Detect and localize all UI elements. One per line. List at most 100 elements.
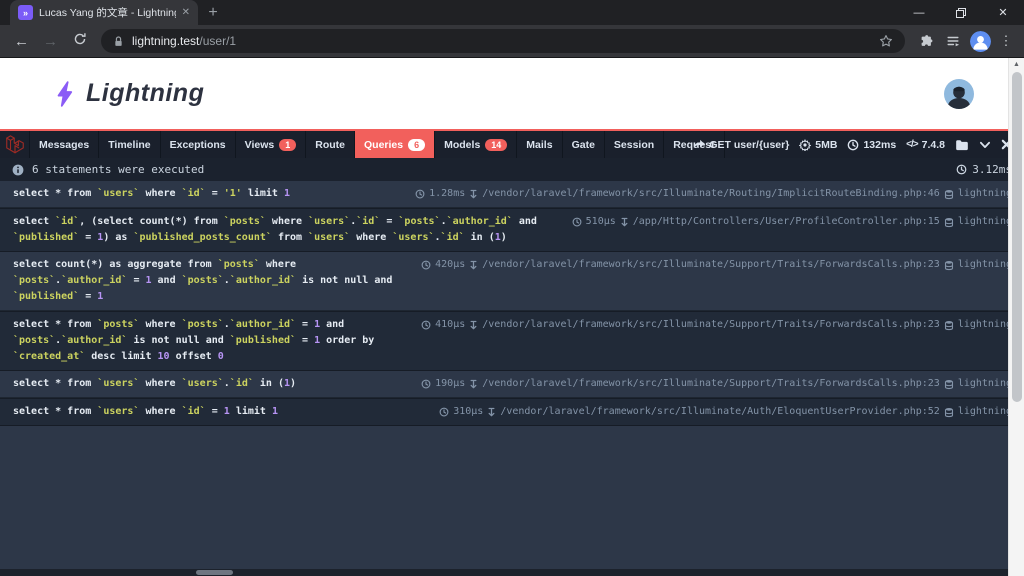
debugbar-tabs: Messages Timeline Exceptions Views 1 Route Que… (30, 131, 725, 158)
share-arrow-icon (694, 139, 705, 148)
reading-list-button[interactable] (940, 34, 965, 48)
tab-close-icon[interactable]: ✕ (182, 7, 190, 18)
query-meta: 420µs/vendor/laravel/framework/src/Illum… (421, 257, 1012, 273)
debugbar-tab-mails[interactable]: Mails (517, 131, 563, 158)
database-icon (944, 217, 953, 227)
debugbar-tab-exceptions[interactable]: Exceptions (161, 131, 236, 158)
debugbar-tab-gate[interactable]: Gate (563, 131, 605, 158)
database-icon (944, 260, 953, 270)
browser-toolbar: ← → lightning.test/user/1 ⋮ (0, 25, 1024, 58)
debugbar-tab-messages[interactable]: Messages (30, 131, 100, 158)
connection-name: lightning (957, 406, 1012, 417)
close-window-button[interactable]: ✕ (982, 0, 1024, 25)
statusbar-message: 6 statements were executed (32, 163, 205, 176)
tab-label: Session (613, 138, 655, 151)
vertical-scrollbar-thumb[interactable] (1012, 72, 1022, 402)
lock-icon (115, 35, 122, 46)
arrow-down-icon (470, 189, 477, 198)
horizontal-scrollbar[interactable] (0, 569, 1008, 576)
browser-profile-avatar[interactable] (970, 30, 991, 52)
horizontal-scrollbar-thumb[interactable] (196, 570, 233, 575)
debugbar-tab-session[interactable]: Session (605, 131, 665, 158)
sql-text: select * from `users` where `id` = 1 lim… (13, 406, 278, 417)
query-row[interactable]: select * from `users` where `id` = '1' l… (0, 181, 1024, 208)
debugbar-tab-models[interactable]: Models 14 (435, 131, 518, 158)
reading-list-icon (946, 36, 959, 47)
code-icon: </> (906, 139, 919, 150)
page-header: Lightning (0, 58, 1024, 129)
query-meta: 510µs/app/Http/Controllers/User/ProfileC… (572, 214, 1012, 230)
query-meta: 190µs/vendor/laravel/framework/src/Illum… (421, 376, 1012, 392)
arrow-down-icon (621, 217, 628, 226)
debugbar-tab-route[interactable]: Route (306, 131, 355, 158)
profile-person-icon (970, 30, 991, 52)
restore-button[interactable] (940, 0, 982, 25)
brand-link[interactable]: Lightning (55, 79, 204, 108)
query-row[interactable]: select * from `users` where `users`.`id`… (0, 371, 1024, 398)
queries-statusbar: 6 statements were executed 3.12ms (0, 158, 1024, 181)
connection-name: lightning (957, 319, 1012, 330)
database-icon (944, 379, 953, 389)
restore-icon (956, 7, 966, 18)
arrow-down-icon (470, 320, 477, 329)
query-file: /vendor/laravel/framework/src/Illuminate… (482, 378, 940, 389)
browser-menu-button[interactable]: ⋮ (996, 33, 1016, 49)
duration-info: 132ms (847, 139, 896, 151)
brand-name: Lightning (86, 79, 205, 107)
database-icon (944, 320, 953, 330)
query-row[interactable]: select * from `posts` where `posts`.`aut… (0, 311, 1024, 371)
query-time: 1.28ms (429, 188, 466, 199)
tab-count-badge: 6 (408, 138, 426, 151)
extensions-button[interactable] (913, 34, 938, 48)
query-meta: 1.28ms/vendor/laravel/framework/src/Illu… (415, 186, 1012, 202)
reload-icon (74, 33, 86, 45)
lightning-bolt-icon (57, 80, 73, 107)
tab-label: Messages (39, 138, 90, 151)
collapse-button[interactable] (979, 140, 991, 150)
bookmark-star-icon[interactable] (879, 34, 893, 48)
debugbar-tab-timeline[interactable]: Timeline (99, 131, 161, 158)
sql-text: select * from `posts` where `posts`.`aut… (13, 319, 375, 362)
folder-button[interactable] (955, 139, 969, 151)
debugbar-tab-views[interactable]: Views 1 (236, 131, 307, 158)
query-row[interactable]: select `id`, (select count(*) from `post… (0, 208, 1024, 252)
arrow-down-icon (470, 379, 477, 388)
debugbar-tab-queries[interactable]: Queries 6 (354, 131, 436, 158)
connection-name: lightning (957, 188, 1012, 199)
folder-icon (956, 139, 968, 150)
query-row[interactable]: select count(*) as aggregate from `posts… (0, 252, 1024, 311)
reload-button[interactable] (66, 32, 93, 50)
database-icon (944, 189, 953, 199)
user-avatar[interactable] (944, 78, 974, 109)
forward-button[interactable]: → (37, 33, 64, 50)
vertical-scrollbar[interactable]: ▲ (1008, 58, 1024, 576)
sql-text: select `id`, (select count(*) from `post… (13, 216, 537, 243)
back-button[interactable]: ← (8, 33, 35, 50)
clock-icon (848, 139, 859, 150)
query-file: /vendor/laravel/framework/src/Illuminate… (482, 259, 940, 270)
clock-icon (421, 260, 431, 270)
query-row[interactable]: select * from `users` where `id` = 1 lim… (0, 398, 1024, 426)
new-tab-button[interactable]: + (198, 0, 228, 25)
connection-name: lightning (957, 259, 1012, 270)
query-meta: 410µs/vendor/laravel/framework/src/Illum… (421, 317, 1012, 333)
memory-info: 5MB (799, 138, 837, 151)
clock-icon (415, 189, 425, 199)
php-version-info: </> 7.4.8 (906, 138, 945, 151)
scroll-up-arrow-icon[interactable]: ▲ (1009, 58, 1024, 71)
minimize-button[interactable]: — (898, 0, 940, 25)
debugbar: Messages Timeline Exceptions Views 1 Route Que… (0, 129, 1024, 158)
browser-tab[interactable]: » Lucas Yang 的文章 - Lightning ✕ (10, 0, 198, 25)
query-file: /vendor/laravel/framework/src/Illuminate… (482, 188, 940, 199)
tab-label: Views (244, 138, 275, 151)
clock-icon (421, 379, 431, 389)
browser-tab-strip: » Lucas Yang 的文章 - Lightning ✕ + — ✕ (0, 0, 1024, 25)
address-bar[interactable]: lightning.test/user/1 (101, 29, 905, 53)
arrow-down-icon (488, 407, 495, 416)
cogs-icon (799, 138, 812, 151)
info-icon (12, 164, 24, 175)
query-time: 420µs (435, 259, 466, 270)
tab-count-badge: 14 (485, 138, 508, 151)
puzzle-icon (921, 35, 932, 46)
laravel-logo-icon[interactable] (0, 131, 30, 158)
